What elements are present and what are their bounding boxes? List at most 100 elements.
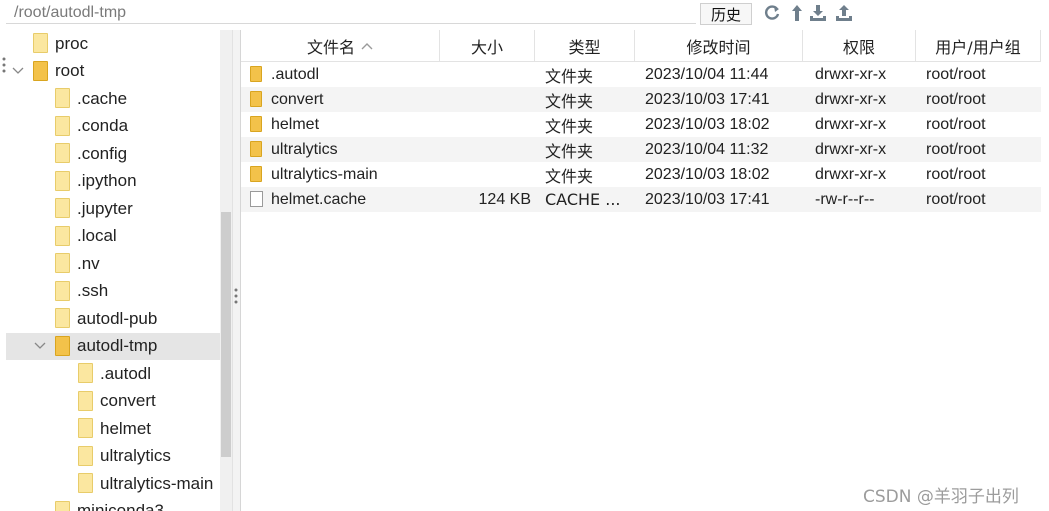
cell-perm: -rw-r--r-- [815, 190, 875, 208]
file-icon [250, 191, 263, 207]
cell-type: 文件夹 [545, 91, 594, 111]
column-header-owner[interactable]: 用户/用户组 [916, 30, 1041, 62]
column-header-modified[interactable]: 修改时间 [635, 30, 803, 62]
upload-arrow-icon[interactable] [787, 3, 807, 23]
path-input[interactable] [6, 2, 696, 24]
folder-icon [55, 198, 70, 218]
file-row[interactable]: ultralytics 文件夹 2023/10/04 11:32 drwxr-xr-x… [241, 137, 1041, 162]
tree-item-label: .cache [77, 88, 128, 108]
drag-handle-icon[interactable] [2, 57, 6, 73]
open-folder-icon [55, 335, 70, 356]
tree-item[interactable]: .ssh [0, 278, 220, 305]
cell-size [440, 137, 531, 162]
tree-item[interactable]: miniconda3 [0, 498, 220, 511]
tree-item-label: root [55, 61, 85, 80]
cell-name: ultralytics [271, 140, 338, 158]
column-label: 用户/用户组 [935, 37, 1021, 57]
cell-type: 文件夹 [545, 166, 594, 186]
tree-item[interactable]: helmet [0, 415, 220, 442]
cell-name: helmet [271, 115, 320, 133]
tree-item-label: ultralytics-main [100, 473, 214, 493]
watermark: CSDN @羊羽子出列 [863, 487, 1019, 507]
tree-item[interactable]: ultralytics [0, 443, 220, 470]
cell-owner: root/root [926, 190, 986, 208]
chevron-down-icon[interactable] [11, 64, 25, 78]
folder-icon [55, 500, 70, 511]
tree-item[interactable]: convert [0, 388, 220, 415]
tree-item-label: convert [100, 391, 156, 410]
folder-icon [55, 143, 70, 163]
tree-item-label: ultralytics [100, 446, 171, 465]
tree-item-label: .jupyter [77, 198, 133, 218]
tree-item[interactable]: .local [0, 223, 220, 250]
cell-perm: drwxr-xr-x [815, 90, 887, 108]
tree-item[interactable]: proc [0, 30, 220, 57]
cell-name: ultralytics-main [271, 165, 378, 183]
tree-item[interactable]: autodl-pub [0, 305, 220, 332]
column-header-type[interactable]: 类型 [535, 30, 635, 62]
cell-modified: 2023/10/03 17:41 [645, 90, 770, 108]
file-row[interactable]: helmet.cache 124 KB CACHE ... 2023/10/03 17… [241, 187, 1041, 212]
folder-icon [250, 91, 262, 107]
cell-type: 文件夹 [545, 141, 594, 161]
chevron-down-icon[interactable] [33, 339, 47, 353]
tree-item[interactable]: autodl-tmp [6, 332, 220, 360]
refresh-icon[interactable] [762, 3, 782, 23]
download-tray-icon[interactable] [808, 3, 828, 23]
folder-icon [55, 253, 70, 273]
sort-ascending-icon [361, 42, 373, 50]
tree-item-label: .ssh [77, 281, 109, 300]
cell-type: 文件夹 [545, 116, 594, 136]
tree-item-label: .config [77, 143, 128, 163]
tree-item[interactable]: .config [0, 140, 220, 167]
directory-tree: proc root .cache .conda .config .ipython .jupy… [0, 30, 232, 511]
cell-modified: 2023/10/03 17:41 [645, 190, 770, 208]
cell-name: helmet.cache [271, 190, 367, 208]
folder-icon [250, 166, 262, 182]
column-header-name[interactable]: 文件名 [241, 30, 440, 62]
path-bar: 历史 [0, 0, 1049, 28]
cell-size [440, 87, 531, 112]
tree-item-label: autodl-tmp [77, 336, 158, 355]
history-button[interactable]: 历史 [700, 3, 752, 25]
tree-item[interactable]: .autodl [0, 360, 220, 387]
folder-icon [78, 445, 93, 466]
tree-scrollbar-thumb[interactable] [221, 212, 231, 457]
file-row[interactable]: helmet 文件夹 2023/10/03 18:02 drwxr-xr-x root/… [241, 112, 1041, 137]
folder-icon [250, 116, 262, 132]
tree-item[interactable]: ultralytics-main [0, 470, 220, 497]
column-label: 类型 [568, 37, 601, 57]
folder-icon [55, 280, 70, 301]
column-label: 大小 [470, 37, 503, 57]
file-row[interactable]: ultralytics-main 文件夹 2023/10/03 18:02 drwxr… [241, 162, 1041, 187]
column-header-permissions[interactable]: 权限 [803, 30, 916, 62]
cell-name: .autodl [271, 65, 320, 83]
tree-item-label: .nv [77, 253, 100, 273]
tree-item[interactable]: .jupyter [0, 195, 220, 222]
folder-icon [55, 308, 70, 328]
tree-item[interactable]: root [0, 58, 220, 85]
tree-item-label: .ipython [77, 171, 137, 190]
folder-icon [33, 33, 48, 53]
tree-item[interactable]: .ipython [0, 168, 220, 195]
upload-tray-icon[interactable] [834, 3, 854, 23]
cell-modified: 2023/10/03 18:02 [645, 115, 770, 133]
cell-perm: drwxr-xr-x [815, 140, 887, 158]
cell-size: 124 KB [478, 190, 531, 208]
cell-owner: root/root [926, 140, 986, 158]
cell-modified: 2023/10/04 11:32 [645, 140, 769, 158]
tree-item[interactable]: .nv [0, 250, 220, 277]
tree-item[interactable]: .cache [0, 85, 220, 112]
tree-item-label: .conda [77, 116, 129, 135]
file-row[interactable]: convert 文件夹 2023/10/03 17:41 drwxr-xr-x root… [241, 87, 1041, 112]
folder-icon [55, 115, 70, 136]
pane-splitter[interactable] [232, 30, 240, 511]
cell-size [440, 162, 531, 187]
cell-owner: root/root [926, 90, 986, 108]
file-row[interactable]: .autodl 文件夹 2023/10/04 11:44 drwxr-xr-x root… [241, 62, 1041, 87]
tree-item[interactable]: .conda [0, 113, 220, 140]
column-header-size[interactable]: 大小 [440, 30, 535, 62]
splitter-grip-icon[interactable] [234, 288, 238, 304]
folder-icon [55, 88, 70, 108]
cell-size [440, 112, 531, 137]
